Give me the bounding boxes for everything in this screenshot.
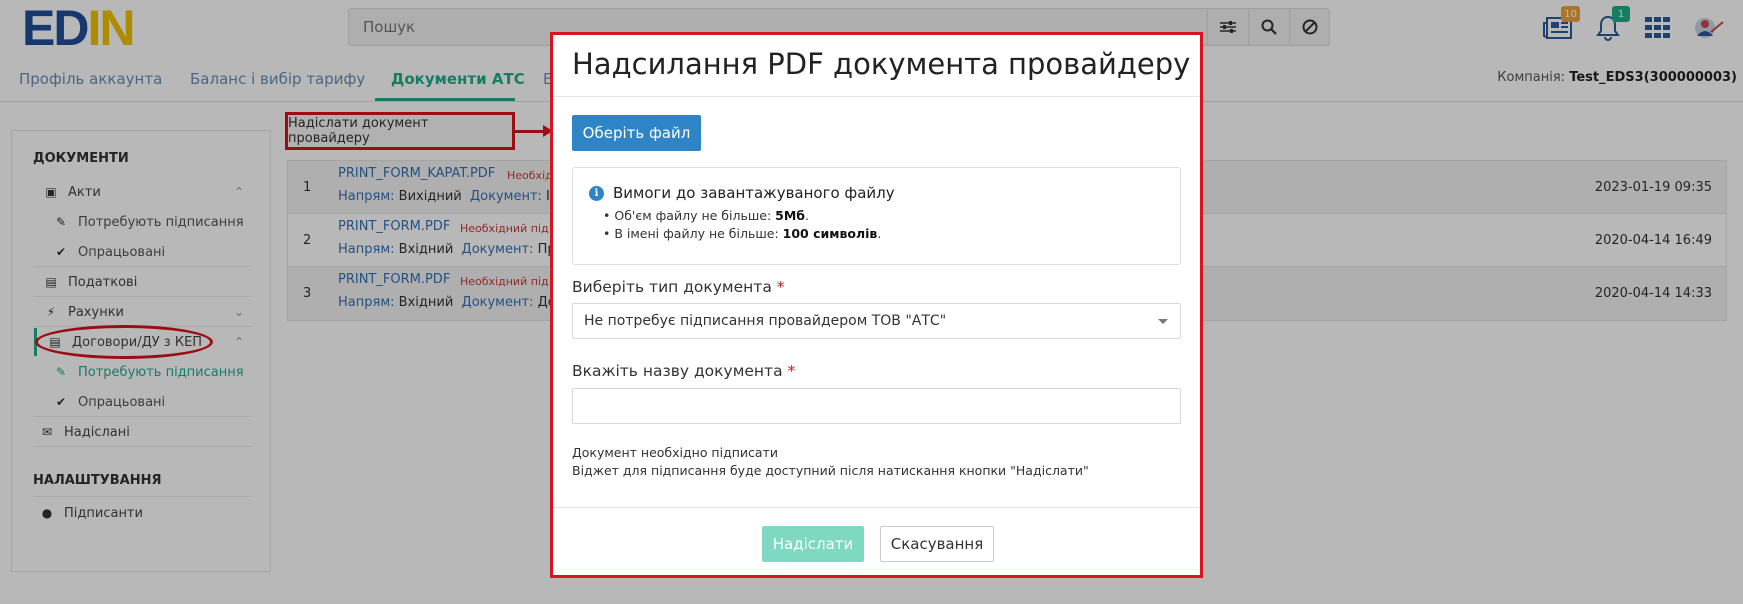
requirement-size-value: 5Мб bbox=[775, 208, 806, 223]
required-mark: * bbox=[776, 278, 785, 296]
requirement-size: • Об'єм файлу не більше: 5Мб. bbox=[603, 208, 809, 223]
requirement-size-end: . bbox=[805, 208, 809, 223]
doc-name-input[interactable] bbox=[572, 388, 1181, 424]
requirement-name-value: 100 символів bbox=[782, 226, 878, 241]
requirement-name-end: . bbox=[877, 226, 882, 241]
doc-type-selected-value: Не потребує підписання провайдером ТОВ "… bbox=[584, 313, 947, 329]
choose-file-button[interactable]: Оберіть файл bbox=[572, 115, 701, 151]
send-button[interactable]: Надіслати bbox=[762, 526, 864, 562]
info-icon: i bbox=[589, 186, 604, 201]
sign-required-note: Документ необхідно підписати bbox=[572, 445, 778, 460]
doc-name-label: Вкажіть назву документа * bbox=[572, 362, 795, 380]
modal-header-divider bbox=[553, 96, 1200, 97]
file-requirements-box: i Вимоги до завантажуваного файлу • Об'є… bbox=[572, 167, 1181, 265]
cancel-button[interactable]: Скасування bbox=[880, 526, 994, 562]
modal-footer-divider bbox=[553, 507, 1200, 508]
doc-type-label: Виберіть тип документа * bbox=[572, 278, 785, 296]
requirement-name-text: В імені файлу не більше: bbox=[614, 226, 783, 241]
requirement-name-length: • В імені файлу не більше: 100 символів. bbox=[603, 226, 882, 241]
send-pdf-modal: Надсилання PDF документа провайдеру Обер… bbox=[550, 32, 1203, 578]
caret-down-icon bbox=[1158, 319, 1168, 324]
requirement-size-text: Об'єм файлу не більше: bbox=[614, 208, 776, 223]
doc-type-label-text: Виберіть тип документа bbox=[572, 278, 772, 296]
required-mark: * bbox=[787, 362, 796, 380]
sign-widget-note: Віджет для підписання буде доступний піс… bbox=[572, 463, 1089, 478]
doc-type-select[interactable]: Не потребує підписання провайдером ТОВ "… bbox=[572, 303, 1181, 339]
requirements-title: Вимоги до завантажуваного файлу bbox=[613, 184, 895, 202]
modal-title: Надсилання PDF документа провайдеру bbox=[572, 47, 1191, 81]
doc-name-label-text: Вкажіть назву документа bbox=[572, 362, 783, 380]
